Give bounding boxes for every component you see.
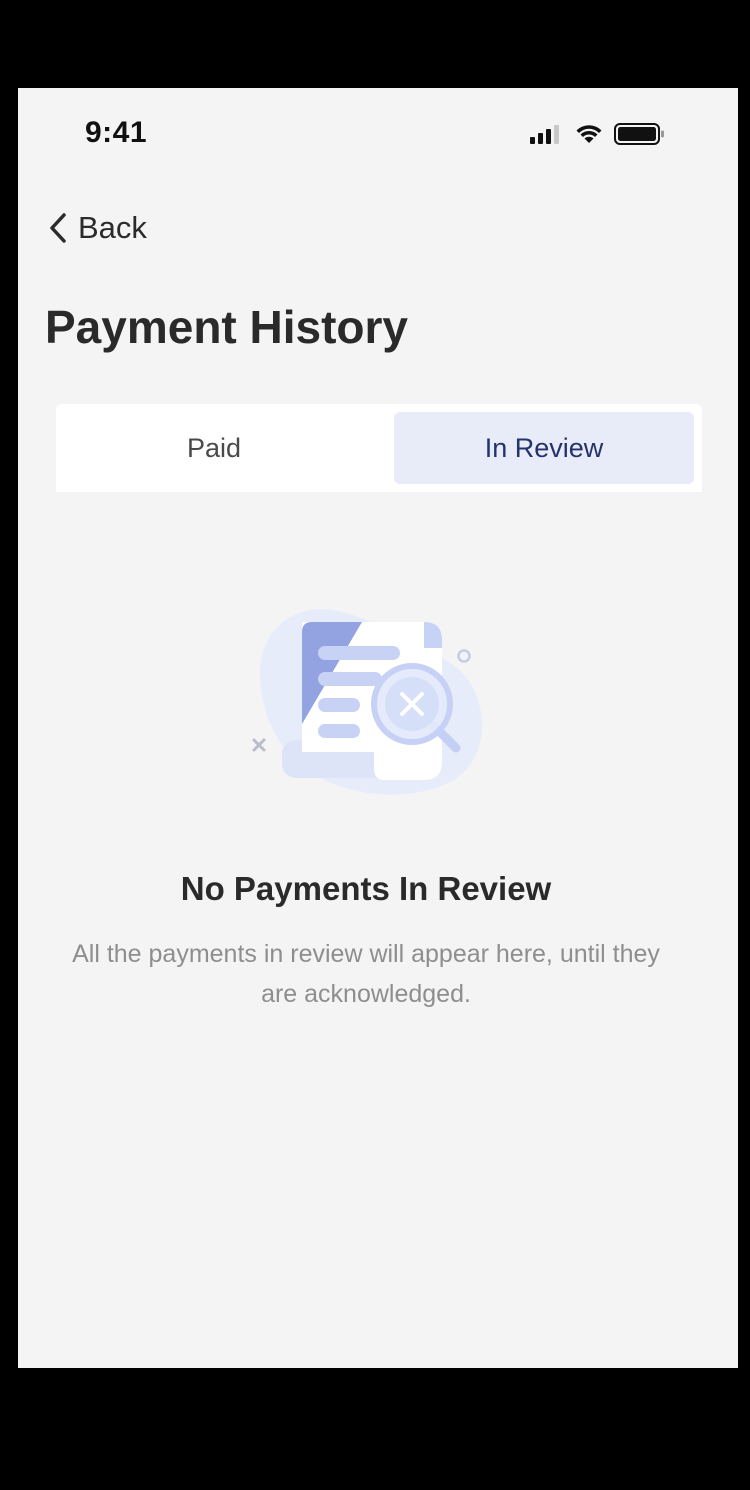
cellular-signal-icon (530, 125, 559, 144)
tab-in-review[interactable]: In Review (394, 412, 694, 484)
status-time: 9:41 (85, 116, 148, 149)
tab-paid[interactable]: Paid (64, 412, 364, 484)
phone-screen: 9:41 Back Payment History Paid In Review… (18, 88, 738, 1368)
back-label: Back (78, 210, 147, 245)
empty-state-title: No Payments In Review (180, 870, 552, 907)
wifi-icon (576, 125, 602, 143)
page-title: Payment History (45, 301, 409, 353)
close-mark-icon (252, 738, 266, 752)
small-circle-decoration (457, 649, 471, 663)
back-button[interactable]: Back (48, 206, 147, 250)
document-search-empty-illustration (252, 609, 483, 795)
empty-state-description: All the payments in review will appear h… (72, 940, 660, 1008)
payment-status-tabs: Paid In Review (56, 404, 702, 492)
battery-icon (614, 123, 664, 145)
status-bar: 9:41 (18, 88, 738, 180)
status-icons (530, 123, 664, 145)
chevron-left-icon (50, 213, 66, 243)
scroll-curl (424, 622, 442, 648)
magnifier-icon (371, 663, 461, 753)
